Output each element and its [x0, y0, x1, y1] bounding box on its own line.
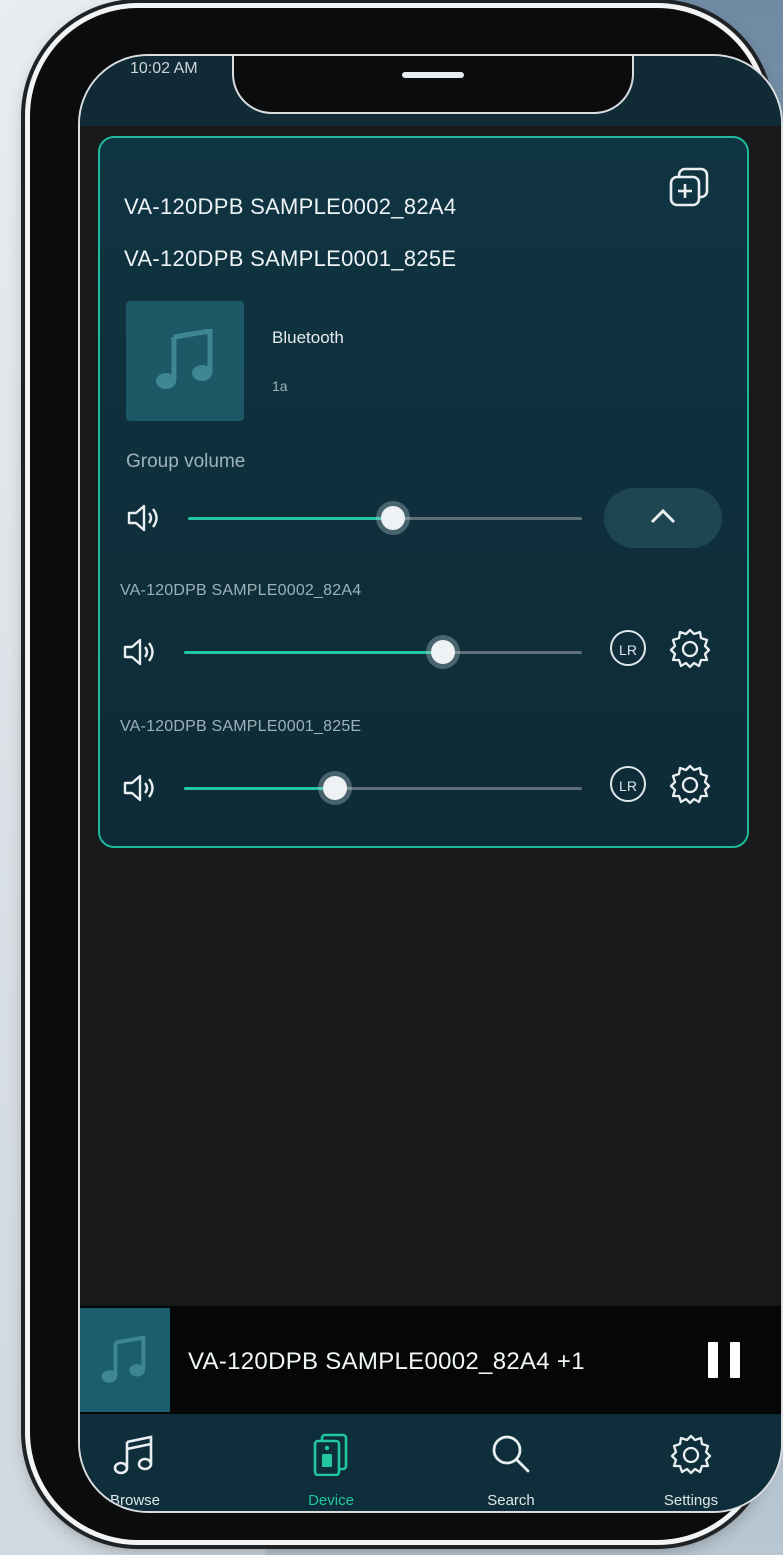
lr-channel-button-2[interactable]: LR: [610, 766, 646, 802]
tab-device[interactable]: Device: [276, 1414, 386, 1511]
speaker-2-volume-fill: [184, 787, 336, 790]
speaker-name-2: VA-120DPB SAMPLE0001_825E: [120, 718, 362, 735]
tab-label: Search: [487, 1492, 535, 1509]
chevron-up-icon: [650, 508, 676, 524]
group-volume-thumb[interactable]: [380, 506, 405, 530]
earpiece: [402, 72, 464, 78]
source-subtitle: 1a: [272, 378, 288, 394]
group-device-name-2: VA-120DPB SAMPLE0001_825E: [124, 246, 457, 271]
gear-icon: [670, 1434, 712, 1475]
music-note-icon: [156, 329, 213, 389]
pause-icon[interactable]: [708, 1342, 742, 1378]
speaker-volume-icon: [127, 504, 158, 532]
tab-browse[interactable]: Browse: [80, 1414, 190, 1511]
album-art: [126, 301, 244, 421]
now-playing-bar[interactable]: VA-120DPB SAMPLE0002_82A4 +1: [80, 1306, 781, 1414]
phone-frame: 10:02 AM VA-120DPB SAMPLE0002_82A4 VA-12…: [30, 8, 783, 1540]
speaker-group-card[interactable]: VA-120DPB SAMPLE0002_82A4 VA-120DPB SAMP…: [98, 136, 749, 848]
add-to-group-icon[interactable]: [667, 166, 711, 210]
app-screen: 10:02 AM VA-120DPB SAMPLE0002_82A4 VA-12…: [78, 54, 783, 1513]
notch: [232, 56, 634, 114]
group-volume-slider[interactable]: [188, 506, 582, 530]
group-volume-fill: [188, 517, 393, 520]
lr-channel-button-1[interactable]: LR: [610, 630, 646, 666]
status-time: 10:02 AM: [130, 60, 198, 77]
speaker-name-1: VA-120DPB SAMPLE0002_82A4: [120, 582, 362, 599]
source-title: Bluetooth: [272, 328, 344, 347]
device-icon: [313, 1433, 348, 1476]
group-device-name-1: VA-120DPB SAMPLE0002_82A4: [124, 194, 457, 219]
speaker-2-settings-gear-icon[interactable]: [668, 762, 712, 806]
music-note-icon: [113, 1435, 153, 1475]
search-icon: [492, 1435, 530, 1473]
now-playing-art: [80, 1308, 170, 1412]
tab-search[interactable]: Search: [456, 1414, 566, 1511]
speaker-1-settings-gear-icon[interactable]: [668, 626, 712, 670]
speaker-1-volume-fill: [184, 651, 443, 654]
collapse-button[interactable]: [604, 488, 722, 548]
speaker-2-volume-thumb[interactable]: [323, 776, 348, 800]
bottom-tab-bar: Browse Device Search Settings: [80, 1414, 781, 1511]
speaker-1-volume-slider[interactable]: [184, 640, 582, 664]
music-note-icon: [101, 1336, 146, 1383]
tab-settings[interactable]: Settings: [636, 1414, 746, 1511]
tab-label: Settings: [663, 1492, 719, 1509]
speaker-2-volume-slider[interactable]: [184, 776, 582, 800]
now-playing-title: VA-120DPB SAMPLE0002_82A4 +1: [188, 1348, 585, 1375]
tab-label: Browse: [109, 1492, 161, 1509]
speaker-1-volume-thumb[interactable]: [430, 640, 455, 664]
speaker-volume-icon: [123, 774, 154, 802]
speaker-volume-icon: [123, 638, 154, 666]
tab-label: Device: [308, 1492, 354, 1509]
group-volume-label: Group volume: [126, 451, 246, 472]
